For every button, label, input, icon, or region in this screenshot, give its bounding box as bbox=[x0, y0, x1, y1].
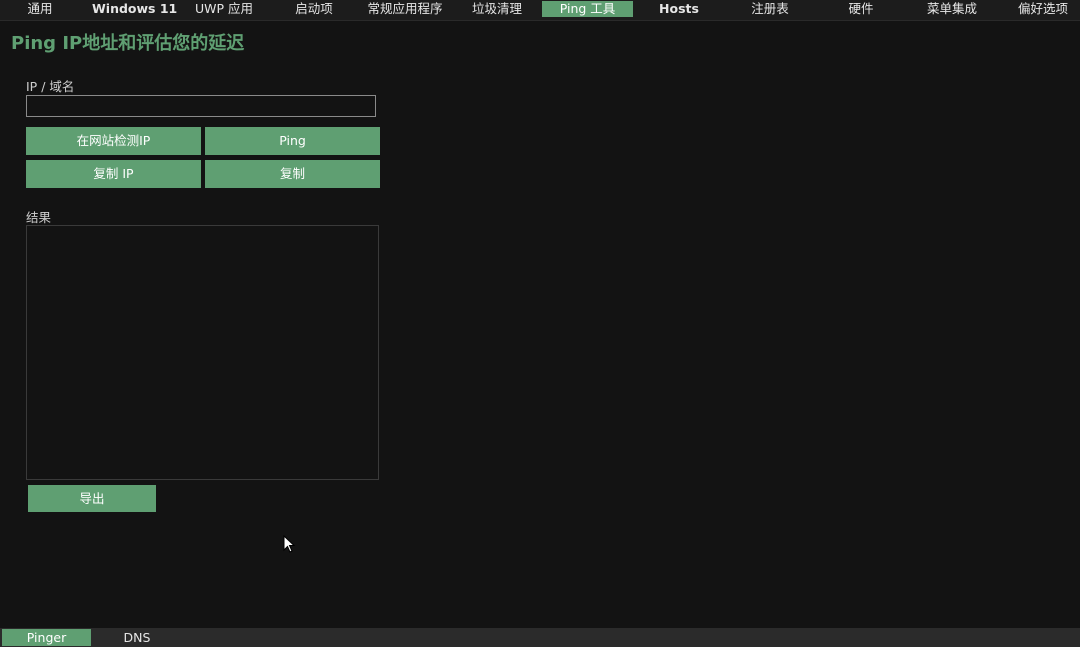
mouse-pointer-icon bbox=[283, 535, 296, 553]
tab-dns[interactable]: DNS bbox=[110, 629, 164, 646]
bottom-tab-bar: Pinger DNS bbox=[0, 628, 1080, 647]
tab-junk-cleanup[interactable]: 垃圾清理 bbox=[464, 1, 530, 17]
tab-pinger[interactable]: Pinger bbox=[2, 629, 91, 646]
tab-preferences[interactable]: 偏好选项 bbox=[1010, 1, 1076, 17]
page-title: Ping IP地址和评估您的延迟 bbox=[11, 33, 245, 54]
tab-general-apps[interactable]: 常规应用程序 bbox=[360, 1, 450, 17]
ip-domain-label: IP / 域名 bbox=[26, 79, 75, 94]
result-textarea[interactable] bbox=[26, 225, 379, 480]
tab-startup[interactable]: 启动项 bbox=[284, 1, 344, 17]
tab-uwp-apps[interactable]: UWP 应用 bbox=[188, 1, 260, 17]
copy-ip-button[interactable]: 复制 IP bbox=[26, 160, 201, 188]
top-tab-bar: 通用 Windows 11 UWP 应用 启动项 常规应用程序 垃圾清理 Pin… bbox=[0, 0, 1080, 21]
tab-hosts[interactable]: Hosts bbox=[652, 1, 706, 17]
tab-ping-tool[interactable]: Ping 工具 bbox=[542, 1, 633, 17]
app-window: 通用 Windows 11 UWP 应用 启动项 常规应用程序 垃圾清理 Pin… bbox=[0, 0, 1080, 647]
tab-windows-11[interactable]: Windows 11 bbox=[92, 1, 177, 17]
ping-button[interactable]: Ping bbox=[205, 127, 380, 155]
tab-general[interactable]: 通用 bbox=[14, 1, 66, 17]
export-button[interactable]: 导出 bbox=[28, 485, 156, 512]
detect-ip-on-website-button[interactable]: 在网站检测IP bbox=[26, 127, 201, 155]
tab-hardware[interactable]: 硬件 bbox=[834, 1, 888, 17]
ip-domain-input[interactable] bbox=[26, 95, 376, 117]
tab-registry[interactable]: 注册表 bbox=[742, 1, 798, 17]
tab-menu-integration[interactable]: 菜单集成 bbox=[918, 1, 986, 17]
result-label: 结果 bbox=[26, 210, 52, 225]
copy-button[interactable]: 复制 bbox=[205, 160, 380, 188]
